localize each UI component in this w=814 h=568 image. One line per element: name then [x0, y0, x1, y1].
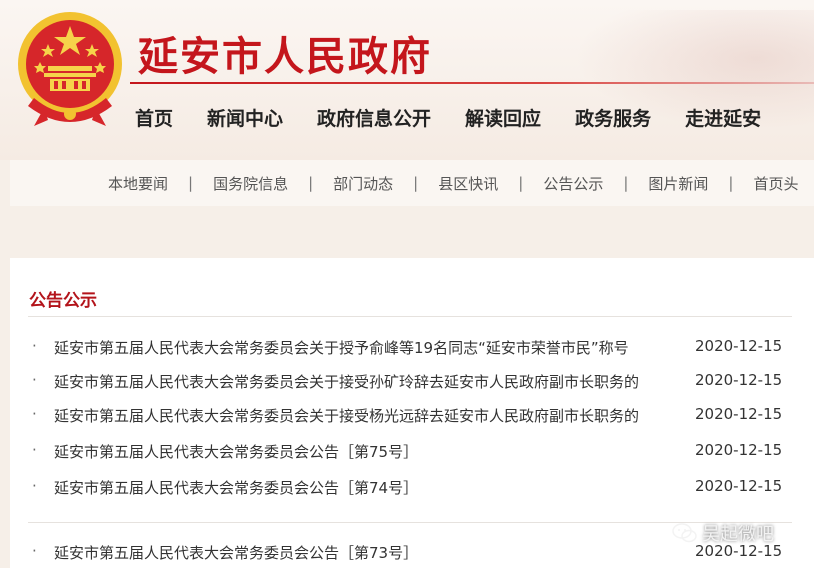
- bullet: ·: [32, 371, 37, 389]
- sub-nav-separator: |: [623, 174, 629, 192]
- bullet: ·: [32, 542, 37, 560]
- list-item-title[interactable]: 延安市第五届人民代表大会常务委员会公告［第74号］: [54, 477, 676, 498]
- site-title[interactable]: 延安市人民政府: [138, 24, 432, 82]
- sub-nav-separator: |: [728, 174, 734, 192]
- list-item-title[interactable]: 延安市第五届人民代表大会常务委员会关于接受孙矿玲辞去延安市人民政府副市长职务的: [54, 371, 676, 392]
- sub-nav-separator: |: [413, 174, 419, 192]
- main-nav-services[interactable]: 政务服务: [575, 104, 651, 131]
- list-item-date: 2020-12-15: [695, 441, 783, 459]
- sub-nav-headline[interactable]: 首页头: [753, 173, 798, 194]
- list-item[interactable]: · 延安市第五届人民代表大会常务委员会关于授予俞峰等19名同志“延安市荣誉市民”…: [32, 337, 812, 361]
- sub-nav: 本地要闻 | 国务院信息 | 部门动态 | 县区快讯 | 公告公示 | 图片新闻…: [10, 160, 814, 206]
- list-item[interactable]: · 延安市第五届人民代表大会常务委员会公告［第75号］ 2020-12-15: [32, 441, 812, 465]
- title-underline: [130, 82, 814, 84]
- sub-nav-photo-news[interactable]: 图片新闻: [648, 173, 708, 194]
- main-nav-interpretation[interactable]: 解读回应: [465, 104, 541, 131]
- sub-nav-local-news[interactable]: 本地要闻: [108, 173, 168, 194]
- bullet: ·: [32, 337, 37, 355]
- wechat-icon: [672, 523, 697, 543]
- main-nav: 首页 新闻中心 政府信息公开 解读回应 政务服务 走进延安: [135, 104, 795, 131]
- sub-nav-separator: |: [518, 174, 524, 192]
- main-nav-home[interactable]: 首页: [135, 104, 173, 131]
- sub-nav-separator: |: [308, 174, 314, 192]
- main-nav-gov-info[interactable]: 政府信息公开: [317, 104, 431, 131]
- section-divider: [28, 316, 792, 317]
- list-item-date: 2020-12-15: [695, 405, 783, 423]
- sub-nav-announcements[interactable]: 公告公示: [543, 173, 603, 194]
- sub-nav-state-council[interactable]: 国务院信息: [213, 173, 288, 194]
- list-item-title[interactable]: 延安市第五届人民代表大会常务委员会关于授予俞峰等19名同志“延安市荣誉市民”称号: [54, 337, 676, 358]
- list-item-date: 2020-12-15: [695, 477, 783, 495]
- sub-nav-department-news[interactable]: 部门动态: [333, 173, 393, 194]
- list-item-title[interactable]: 延安市第五届人民代表大会常务委员会关于接受杨光远辞去延安市人民政府副市长职务的: [54, 405, 676, 426]
- national-emblem-icon: [18, 12, 122, 126]
- site-header: 延安市人民政府 首页 新闻中心 政府信息公开 解读回应 政务服务 走进延安: [0, 0, 814, 160]
- main-nav-about[interactable]: 走进延安: [685, 104, 761, 131]
- sub-nav-separator: |: [188, 174, 194, 192]
- watermark-text: 吴起微吧: [702, 524, 774, 545]
- main-nav-news-center[interactable]: 新闻中心: [207, 104, 283, 131]
- list-item-title[interactable]: 延安市第五届人民代表大会常务委员会公告［第75号］: [54, 441, 676, 462]
- list-item-title[interactable]: 延安市第五届人民代表大会常务委员会公告［第73号］: [54, 542, 676, 563]
- sub-nav-county-news[interactable]: 县区快讯: [438, 173, 498, 194]
- section-title[interactable]: 公告公示: [29, 286, 97, 311]
- bullet: ·: [32, 441, 37, 459]
- list-item[interactable]: · 延安市第五届人民代表大会常务委员会关于接受孙矿玲辞去延安市人民政府副市长职务…: [32, 371, 812, 395]
- list-item[interactable]: · 延安市第五届人民代表大会常务委员会关于接受杨光远辞去延安市人民政府副市长职务…: [32, 405, 812, 429]
- list-item-date: 2020-12-15: [695, 337, 783, 355]
- watermark: 吴起微吧: [672, 520, 774, 546]
- bullet: ·: [32, 405, 37, 423]
- bullet: ·: [32, 477, 37, 495]
- list-item[interactable]: · 延安市第五届人民代表大会常务委员会公告［第74号］ 2020-12-15: [32, 477, 812, 501]
- list-item-date: 2020-12-15: [695, 371, 783, 389]
